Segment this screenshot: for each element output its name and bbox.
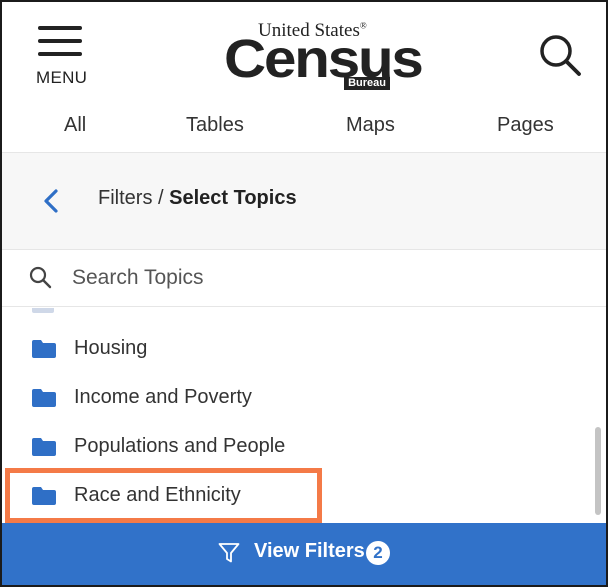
breadcrumb: Filters / Select Topics bbox=[98, 187, 297, 210]
folder-icon bbox=[32, 340, 56, 358]
tab-tables[interactable]: Tables bbox=[186, 114, 244, 137]
logo-wordmark: Census bbox=[224, 29, 424, 89]
back-button[interactable] bbox=[40, 187, 64, 215]
filter-funnel-icon bbox=[218, 543, 240, 563]
menu-button[interactable]: MENU bbox=[32, 22, 96, 90]
search-topics-input[interactable] bbox=[72, 261, 572, 295]
census-logo[interactable]: United States® Census Bureau bbox=[224, 20, 424, 92]
list-scrollbar[interactable] bbox=[595, 427, 601, 515]
chevron-left-icon bbox=[44, 189, 58, 213]
folder-icon bbox=[32, 389, 56, 407]
topic-label: Populations and People bbox=[74, 435, 286, 457]
filter-count-badge: 2 bbox=[366, 541, 390, 565]
view-filters-label: View Filters bbox=[254, 540, 365, 562]
partial-list-item bbox=[32, 308, 54, 313]
topic-label: Housing bbox=[74, 337, 148, 359]
filter-header: Filters / Select Topics bbox=[2, 152, 606, 250]
topic-item-housing[interactable]: Housing bbox=[2, 330, 592, 370]
topic-item-income-and-poverty[interactable]: Income and Poverty bbox=[2, 379, 592, 419]
logo-bureau-text: Bureau bbox=[344, 77, 390, 90]
breadcrumb-current: Select Topics bbox=[169, 187, 297, 209]
tab-all[interactable]: All bbox=[64, 114, 86, 137]
folder-icon bbox=[32, 438, 56, 456]
view-filters-button[interactable]: View Filters 2 bbox=[2, 523, 606, 585]
topic-item-populations-and-people[interactable]: Populations and People bbox=[2, 428, 592, 468]
search-type-tabs: All Tables Maps Pages bbox=[2, 104, 606, 152]
search-button[interactable] bbox=[536, 32, 584, 80]
tab-maps[interactable]: Maps bbox=[346, 114, 395, 137]
menu-label: MENU bbox=[36, 68, 88, 87]
tab-pages[interactable]: Pages bbox=[497, 114, 554, 137]
topic-search-row bbox=[2, 251, 606, 307]
topic-label: Income and Poverty bbox=[74, 386, 252, 408]
breadcrumb-prefix: Filters / bbox=[98, 187, 170, 209]
census-mobile-frame: MENU United States® Census Bureau All Ta… bbox=[0, 0, 608, 587]
search-icon bbox=[540, 35, 581, 76]
site-header: MENU United States® Census Bureau bbox=[2, 2, 606, 104]
highlight-box bbox=[5, 468, 322, 523]
search-icon bbox=[29, 266, 52, 289]
